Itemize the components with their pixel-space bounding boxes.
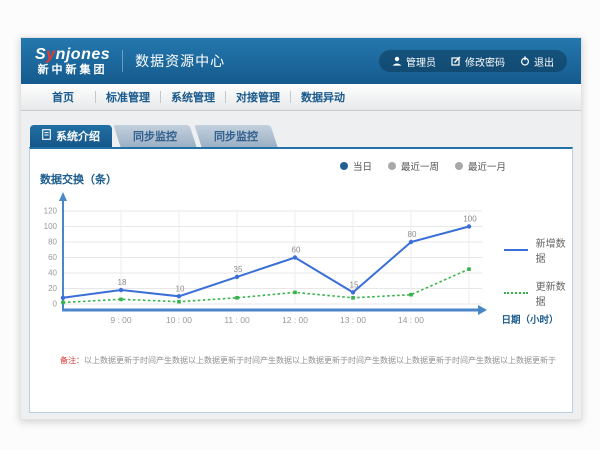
footnote: 备注：以上数据更新于时间产生数据以上数据更新于时间产生数据以上数据更新于时间产生… [60,355,556,366]
filter-label: 最近一周 [401,159,439,173]
data-point [409,240,413,244]
brand-logo: Synjones 新中新集团 [35,47,110,76]
data-point [293,291,297,295]
brand-subtitle: 新中新集团 [35,65,110,76]
data-point [61,301,65,305]
logout-label: 退出 [534,54,554,69]
data-point [467,224,471,228]
green-dotted-line-sample-icon [504,292,528,294]
data-point [119,288,123,292]
filter-last-week[interactable]: 最近一周 [388,159,439,173]
x-axis-title: 日期（小时） [501,314,558,326]
user-label: 管理员 [406,54,436,69]
point-value-label: 10 [176,284,185,293]
radio-unselected-icon[interactable] [388,162,396,170]
data-point [351,290,355,294]
footnote-label: 备注： [60,356,84,365]
data-point [177,300,181,304]
tab-sync-monitor-1[interactable]: 同步监控 [113,125,196,147]
data-point [409,293,413,297]
brand-accent: y [46,46,55,63]
y-tick-label: 20 [48,284,57,293]
legend-label: 更新数据 [536,278,572,308]
y-tick-label: 100 [44,222,58,231]
data-point [61,296,65,300]
filter-label: 当日 [353,159,372,173]
x-tick-label: 14 : 00 [398,315,424,325]
logout-button[interactable]: 退出 [520,54,554,69]
data-point [119,298,123,302]
point-value-label: 80 [408,230,417,239]
y-tick-label: 40 [48,269,57,278]
document-icon [42,129,51,143]
main-nav: 首页 标准管理 系统管理 对接管理 数据异动 [21,84,581,111]
legend-item-new-data: 新增数据 [504,235,572,265]
tab-strip: 系统介绍 同步监控 同步监控 [30,125,274,147]
x-axis-arrow-icon [478,305,487,315]
radio-selected-icon[interactable] [340,162,348,170]
data-point [235,275,239,279]
y-tick-label: 60 [48,253,57,262]
legend-label: 新增数据 [536,235,572,265]
page-title: 数据资源中心 [135,51,225,71]
data-point [351,296,355,300]
data-point [467,267,471,271]
point-value-label: 35 [234,265,243,274]
x-tick-label: 12 : 00 [282,315,308,325]
period-filter-group: 当日 最近一周 最近一月 [340,159,506,173]
nav-item-home[interactable]: 首页 [31,89,95,105]
power-icon [520,56,530,66]
edit-icon [451,56,461,66]
chart-panel: 当日 最近一周 最近一月 数据交换（条） 0 20 40 60 80 100 120 9 : … [29,147,573,413]
line-chart: 0 20 40 60 80 100 120 9 : 00 10 : 00 11 : 00 12 : … [30,187,572,337]
tab-label: 同步监控 [214,128,258,144]
footnote-text: 以上数据更新于时间产生数据以上数据更新于时间产生数据以上数据更新于时间产生数据以… [84,356,556,365]
blue-line-sample-icon [504,249,528,251]
filter-label: 最近一月 [468,159,506,173]
nav-item-standard-mgmt[interactable]: 标准管理 [96,89,160,105]
nav-item-system-mgmt[interactable]: 系统管理 [161,89,225,105]
radio-unselected-icon[interactable] [455,162,463,170]
tab-system-intro[interactable]: 系统介绍 [30,125,112,147]
brand-s: S [35,46,46,63]
point-value-label: 18 [118,278,127,287]
change-password-button[interactable]: 修改密码 [451,54,505,69]
data-point [177,294,181,298]
x-tick-label: 10 : 00 [166,315,192,325]
filter-today[interactable]: 当日 [340,159,372,173]
content-area: 系统介绍 同步监控 同步监控 当日 最近一周 最近一月 数据交换 [21,111,581,419]
brand-name: Synjones [35,47,110,63]
y-tick-label: 0 [53,300,58,309]
point-value-label: 15 [350,280,359,289]
point-value-label: 60 [292,246,301,255]
y-axis-title: 数据交换（条） [40,171,117,187]
tab-sync-monitor-2[interactable]: 同步监控 [194,125,277,147]
y-axis-arrow-icon [59,192,67,201]
data-point [235,296,239,300]
x-tick-label: 11 : 00 [224,315,250,325]
nav-item-interface-mgmt[interactable]: 对接管理 [226,89,290,105]
user-button[interactable]: 管理员 [392,54,436,69]
data-point [293,255,297,259]
header-bar: Synjones 新中新集团 数据资源中心 管理员 修改密码 退出 [21,38,581,84]
nav-item-data-change[interactable]: 数据异动 [291,89,355,105]
user-icon [392,56,402,66]
tab-label: 同步监控 [133,128,177,144]
brand-rest: njones [56,46,111,63]
x-tick-label: 9 : 00 [110,315,132,325]
header-divider [122,50,123,72]
legend-item-updated-data: 更新数据 [504,278,572,308]
tab-label: 系统介绍 [56,128,100,144]
change-password-label: 修改密码 [465,54,505,69]
filter-last-month[interactable]: 最近一月 [455,159,506,173]
user-menu: 管理员 修改密码 退出 [379,50,567,72]
chart-legend: 新增数据 更新数据 [504,235,572,308]
y-tick-label: 80 [48,238,57,247]
x-tick-label: 13 : 00 [340,315,366,325]
point-value-label: 100 [463,215,477,224]
app-window: Synjones 新中新集团 数据资源中心 管理员 修改密码 退出 首页 标准管… [20,37,582,420]
y-tick-label: 120 [44,207,58,216]
